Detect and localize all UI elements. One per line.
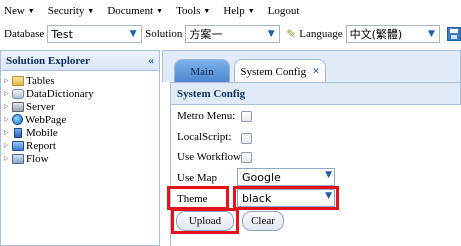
use-workflow-checkbox[interactable] [241,152,252,163]
caret-down-icon: ▼ [87,7,95,15]
solution-explorer: Solution Explorer « ▷ Tables ▷ DataDicti… [0,50,160,246]
flow-icon [12,153,24,164]
menu-document-label: Document [107,5,154,17]
use-workflow-row: Use Workflow [177,151,241,163]
tab-main[interactable]: Main [174,59,230,83]
expand-arrow-icon[interactable]: ▷ [4,103,12,110]
folder-icon [12,75,24,86]
server-icon [12,101,24,112]
metro-menu-checkbox[interactable] [241,111,252,122]
config-panel-title: System Config [171,82,461,105]
menu-security-label: Security [47,5,85,17]
tree-item-label: DataDictionary [26,87,94,100]
chevron-down-icon: ▼ [325,170,332,180]
metro-menu-row: Metro Menu: [177,110,235,122]
use-workflow-label: Use Workflow [177,151,241,163]
chevron-down-icon: ▼ [427,29,435,39]
tree-item-label: Flow [26,152,49,165]
menu-document[interactable]: Document ▼ [107,5,163,17]
caret-down-icon: ▼ [156,7,164,15]
local-script-row: LocalScript: [177,131,231,143]
database-label: Database [4,28,45,40]
menu-tools[interactable]: Tools ▼ [176,5,210,17]
use-map-row: Use Map [177,172,217,184]
upload-button-label: Upload [188,215,222,227]
language-select[interactable]: 中文(繁體) ▼ [345,25,441,43]
chevron-down-icon: ▼ [267,29,275,39]
menu-tools-label: Tools [176,5,201,17]
use-map-select[interactable]: Google ▼ [237,168,335,186]
language-label: Language [299,28,343,40]
collapse-left-icon[interactable]: « [148,53,154,68]
menu-new[interactable]: New ▼ [4,5,35,17]
menu-help[interactable]: Help ▼ [223,5,254,17]
toolbar: Database Test ▼ Solution 方案一 ▼ ✎ Languag… [0,22,461,46]
database-icon [12,88,24,99]
use-map-label: Use Map [177,172,218,184]
menu-bar: New ▼ Security ▼ Document ▼ Tools ▼ Help… [0,0,461,22]
tree-item-webpage[interactable]: ▷ WebPage [1,113,159,126]
tab-system-config[interactable]: System Config ✕ [234,59,326,83]
solution-select[interactable]: 方案一 ▼ [185,25,281,43]
database-select-value: Test [51,27,73,41]
explorer-header: Solution Explorer « [1,51,159,71]
system-config-panel: System Config Metro Menu: LocalScript: U… [167,82,461,246]
upload-button[interactable]: Upload [176,211,234,231]
tree-item-label: Report [26,139,56,152]
clear-button-label: Clear [251,215,275,227]
tree-item-server[interactable]: ▷ Server [1,100,159,113]
theme-select[interactable]: black ▼ [237,189,335,207]
local-script-checkbox[interactable] [241,133,252,144]
expand-arrow-icon[interactable]: ▷ [4,77,12,84]
caret-down-icon: ▼ [203,7,211,15]
expand-arrow-icon[interactable]: ▷ [4,90,12,97]
globe-icon [12,114,23,125]
tab-strip: Main System Config ✕ [162,50,461,83]
menu-logout-label: Logout [267,5,300,17]
tree-item-flow[interactable]: ▷ Flow [1,152,159,165]
solution-select-value: 方案一 [189,28,223,41]
tab-system-config-label: System Config [240,65,307,78]
report-icon [12,140,24,151]
database-select[interactable]: Test ▼ [47,25,143,43]
menu-new-label: New [4,5,25,17]
solution-tree: ▷ Tables ▷ DataDictionary ▷ Server ▷ Web… [1,71,159,165]
language-select-value: 中文(繁體) [349,28,403,41]
tree-item-label: WebPage [25,113,67,126]
chevron-down-icon: ▼ [129,29,137,39]
close-icon[interactable]: ✕ [312,66,320,77]
local-script-label: LocalScript: [177,131,232,143]
expand-arrow-icon[interactable]: ▷ [4,129,12,136]
tree-item-datadictionary[interactable]: ▷ DataDictionary [1,87,159,100]
caret-down-icon: ▼ [247,7,255,15]
tab-main-label: Main [190,65,214,78]
menu-logout[interactable]: Logout [268,5,300,17]
caret-down-icon: ▼ [27,7,35,15]
tree-item-tables[interactable]: ▷ Tables [1,74,159,87]
tree-item-mobile[interactable]: ▷ Mobile [1,126,159,139]
menu-help-label: Help [223,5,245,17]
theme-label: Theme [177,193,208,205]
expand-arrow-icon[interactable]: ▷ [4,116,12,123]
expand-arrow-icon[interactable]: ▷ [4,142,12,149]
tree-item-report[interactable]: ▷ Report [1,139,159,152]
menu-security[interactable]: Security ▼ [48,5,95,17]
tree-item-label: Tables [26,74,55,87]
mobile-icon [14,127,22,138]
tree-item-label: Mobile [26,126,58,139]
solution-label: Solution [145,28,183,40]
theme-row: Theme [177,193,208,205]
wrench-icon[interactable]: ✎ [286,27,296,42]
save-icon[interactable] [447,27,461,41]
chevron-down-icon: ▼ [325,191,332,201]
clear-button[interactable]: Clear [242,211,284,231]
use-map-value: Google [242,170,281,184]
expand-arrow-icon[interactable]: ▷ [4,155,12,162]
tree-item-label: Server [26,100,55,113]
metro-menu-label: Metro Menu: [177,110,236,122]
explorer-title: Solution Explorer [6,54,90,67]
theme-value: black [242,191,272,205]
